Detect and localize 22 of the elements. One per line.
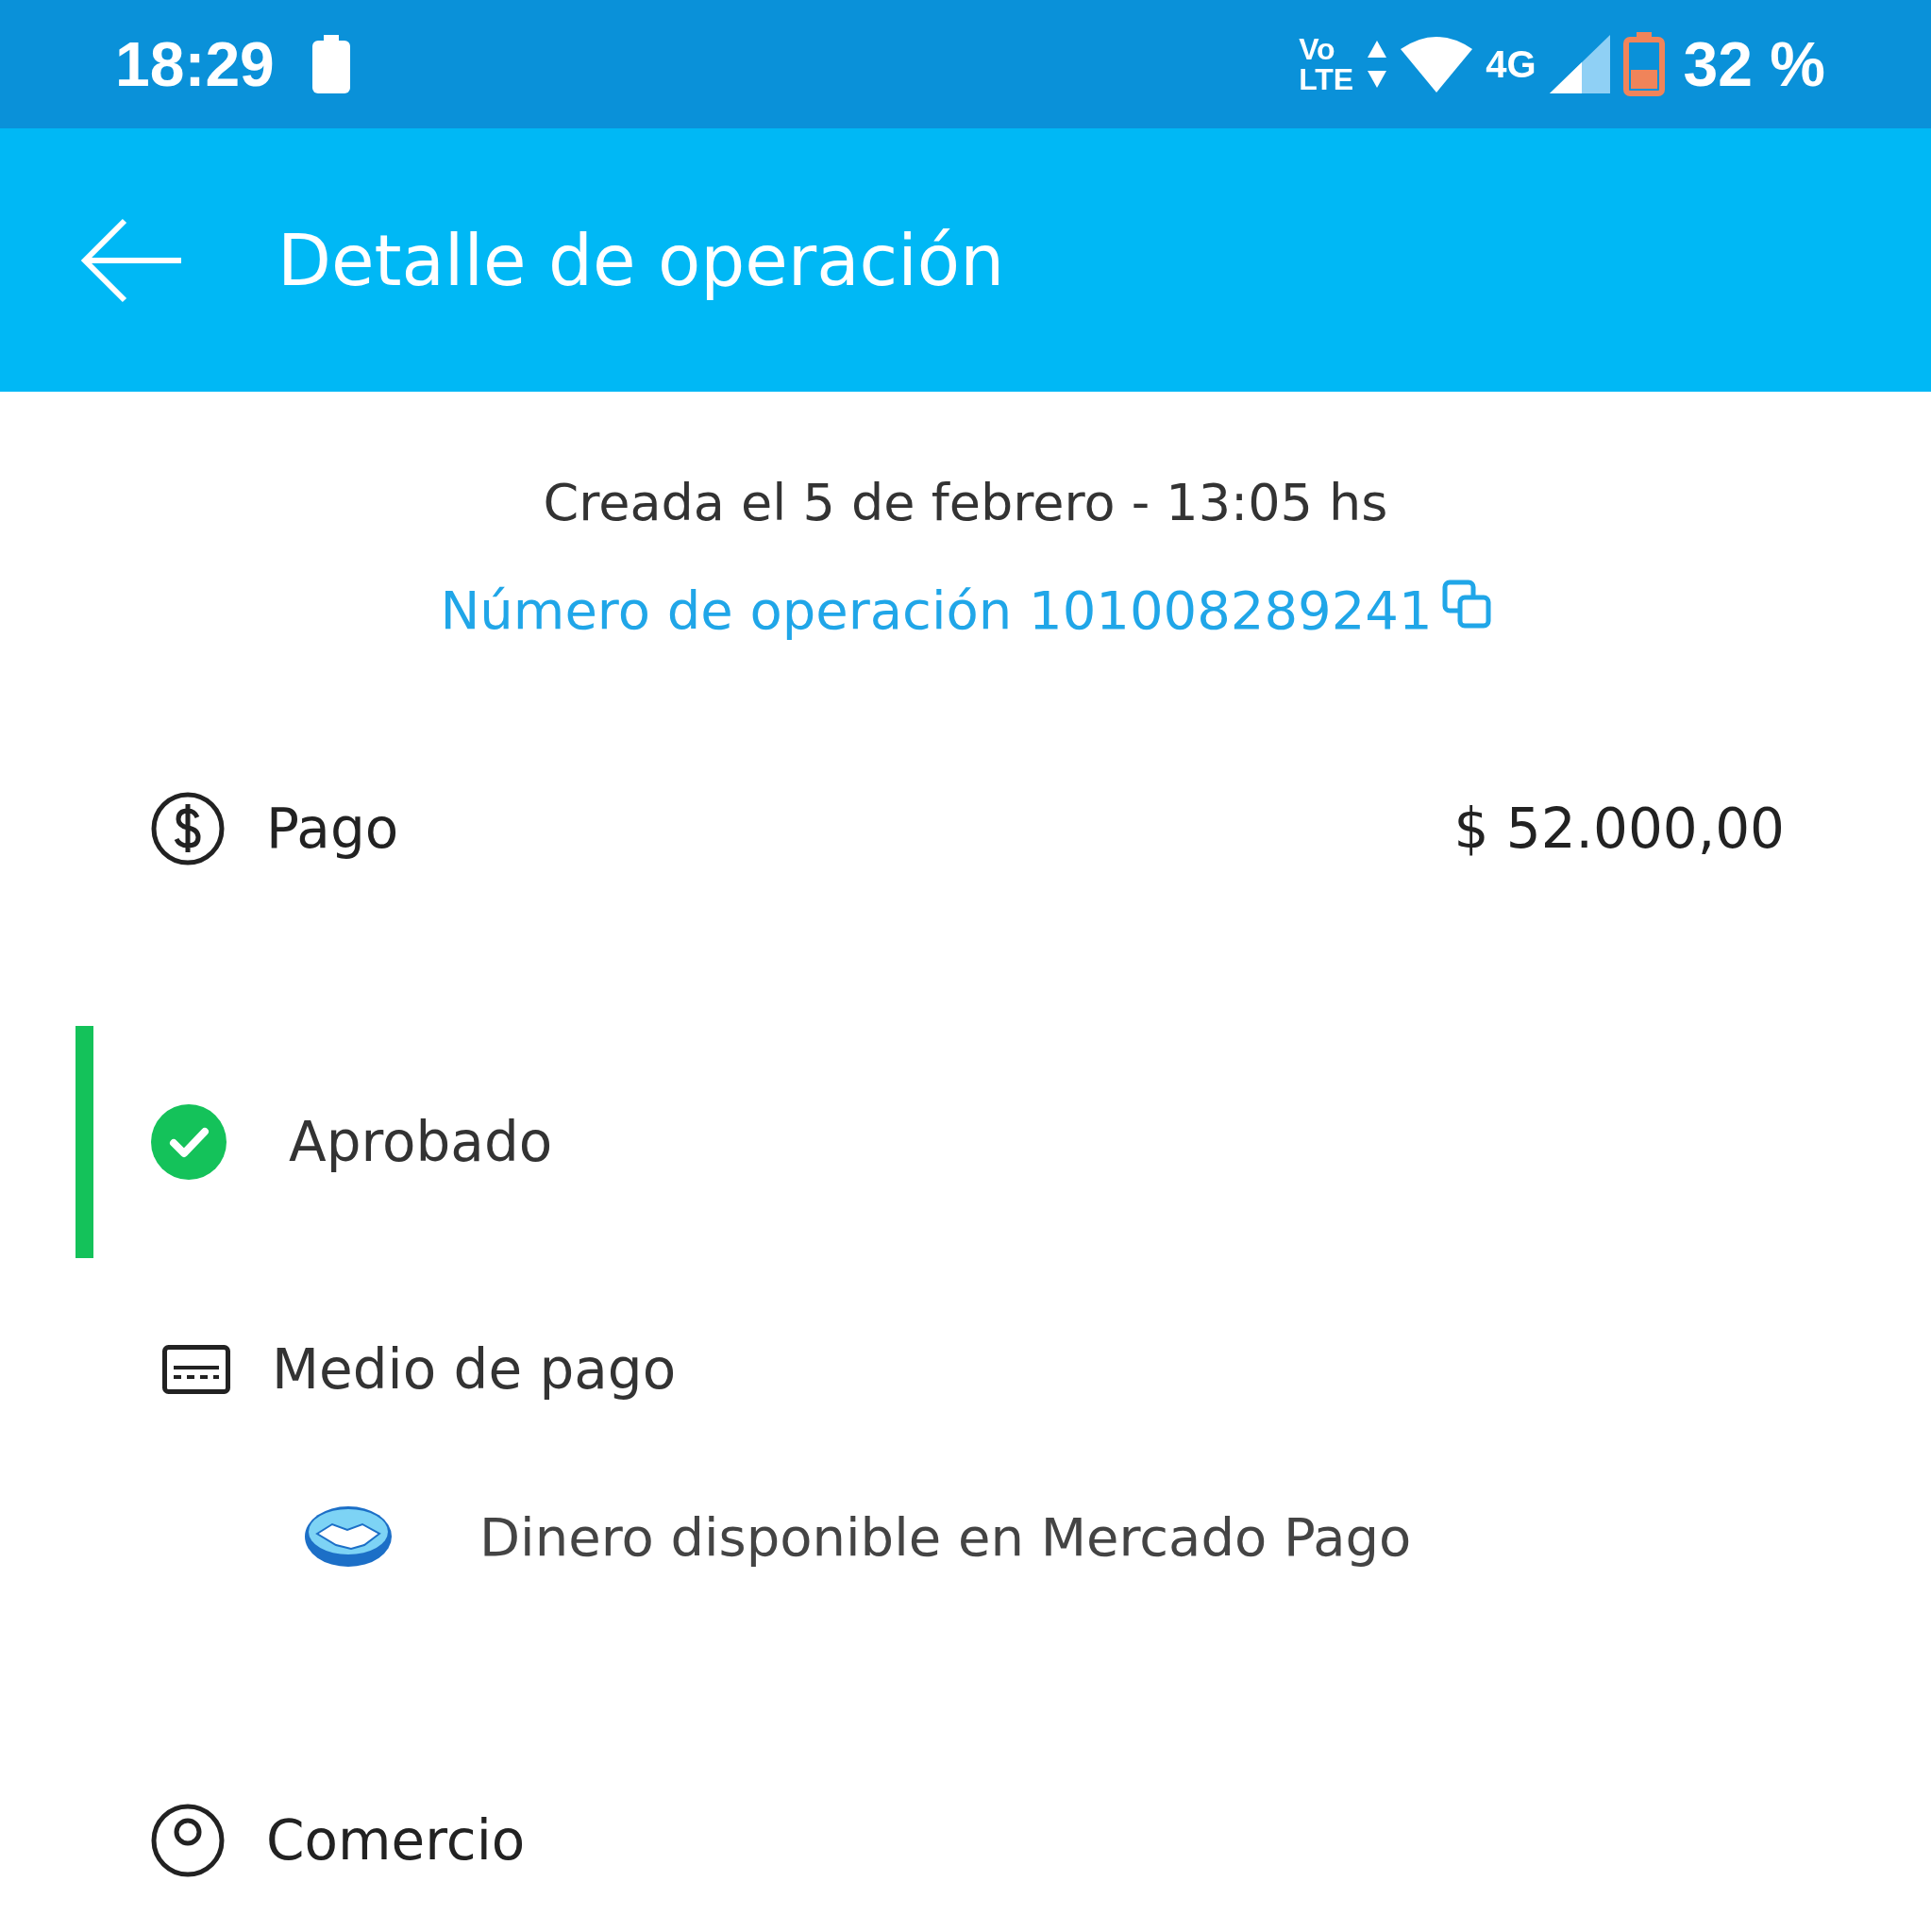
status-label: Aprobado	[289, 1110, 553, 1174]
operation-number: Número de operación 101008289241	[440, 580, 1433, 641]
battery-low-icon	[1622, 32, 1665, 96]
back-button[interactable]	[79, 216, 183, 304]
wifi-icon	[1401, 36, 1473, 92]
data-arrows-icon	[1367, 41, 1388, 88]
copy-icon[interactable]	[1441, 580, 1491, 629]
payment-method-detail: Dinero disponible en Mercado Pago	[479, 1505, 1412, 1568]
payment-amount: $ 52.000,00	[1453, 797, 1785, 861]
payment-label: Pago	[266, 797, 399, 861]
creation-date: Creada el 5 de febrero - 13:05 hs	[542, 473, 1389, 532]
merchant-label: Comercio	[266, 1808, 526, 1873]
dollar-icon	[151, 792, 225, 865]
clock: 18:29	[115, 28, 275, 100]
network-label: 4G	[1486, 42, 1536, 86]
card-icon	[162, 1345, 230, 1394]
battery-percent: 32 %	[1683, 28, 1825, 100]
screen-title: Detalle de operación	[277, 219, 1005, 301]
volte-label: Vo LTE	[1299, 34, 1354, 94]
payment-method-label: Medio de pago	[272, 1337, 677, 1402]
battery-icon	[311, 35, 350, 93]
signal-icon	[1549, 35, 1610, 93]
